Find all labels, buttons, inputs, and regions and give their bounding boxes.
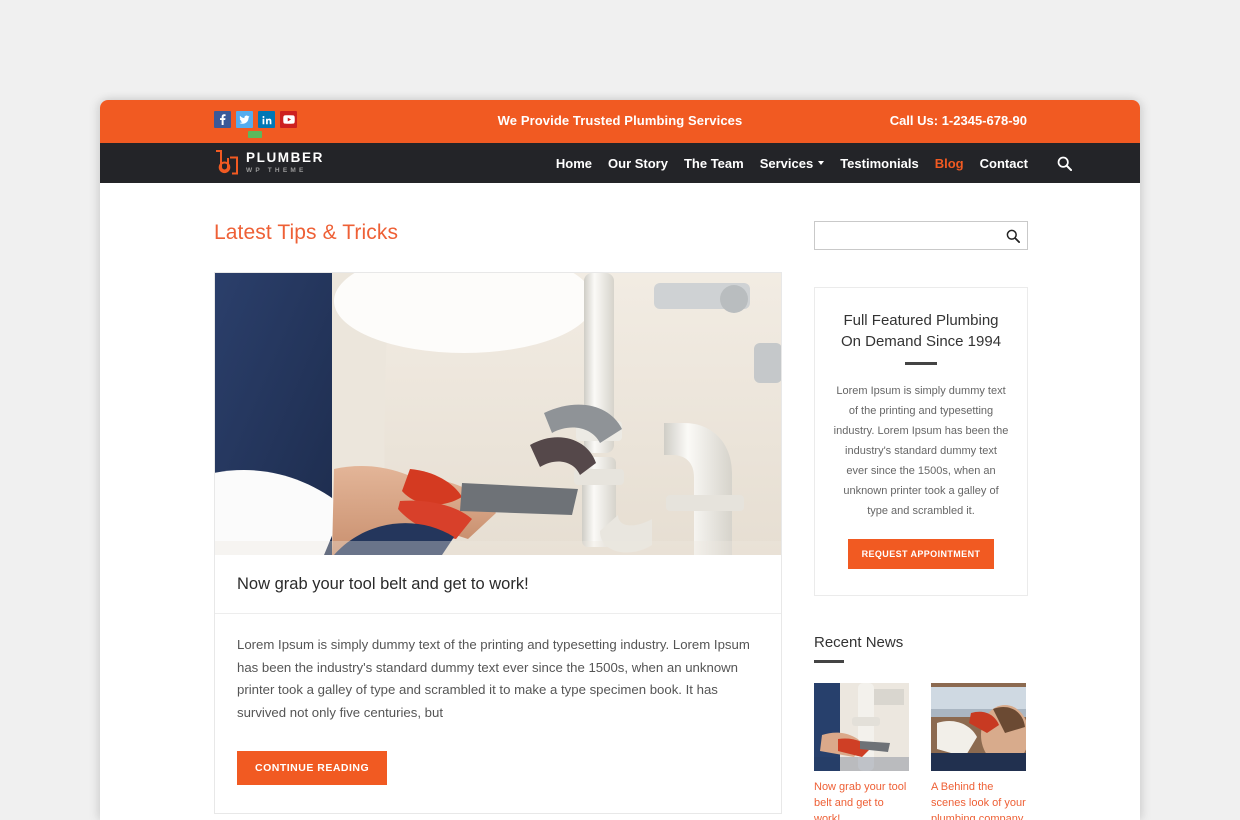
recent-news-thumbnail [814,683,909,772]
nav-item-label: The Team [683,155,744,171]
nav-item-contact[interactable]: Contact [972,156,1036,171]
post-featured-image[interactable] [215,273,781,555]
nav-item-services[interactable]: Services [752,156,833,171]
promo-widget-title: Full Featured Plumbing On Demand Since 1… [840,312,1002,350]
main-navbar: PLUMBER WP THEME Home Our Story The Team Se… [100,143,1140,183]
nav-item-label: Services [759,155,814,171]
recent-news-item[interactable]: A Behind the scenes look of your plumbin… [931,683,1026,820]
nav-item-the-team[interactable]: The Team [676,156,752,171]
search-icon [1006,229,1020,243]
nav-item-testimonials[interactable]: Testimonials [832,156,927,171]
nav-item-label: Testimonials [840,155,919,171]
browser-viewport: We Provide Trusted Plumbing Services Cal… [100,100,1140,820]
top-utility-bar: We Provide Trusted Plumbing Services Cal… [100,100,1140,143]
logo-wordmark: PLUMBER WP THEME [246,151,324,174]
page-content: Latest Tips & Tricks Now grab your tool … [100,183,1140,820]
post-excerpt: Lorem Ipsum is simply dummy text of the … [237,637,750,721]
search-submit-button[interactable] [999,222,1027,249]
continue-reading-button[interactable]: CONTINUE READING [237,750,388,785]
nav-item-our-story[interactable]: Our Story [600,156,676,171]
nav-item-label: Contact [979,155,1028,171]
recent-news-thumbnail [931,683,1026,772]
chevron-down-icon [818,161,825,165]
phone-number[interactable]: Call Us: 1-2345-678-90 [890,113,1027,128]
recent-news-title: A Behind the scenes look of your plumbin… [931,781,1026,820]
page-title: Latest Tips & Tricks [214,221,399,244]
logo-tagline: WP THEME [246,166,307,174]
logo-name: PLUMBER [246,150,324,165]
main-column: Latest Tips & Tricks Now grab your tool … [214,221,782,820]
search-input[interactable] [815,222,999,249]
nav-item-home[interactable]: Home [548,156,600,171]
sidebar: Full Featured Plumbing On Demand Since 1… [814,221,1028,820]
recent-news-list: Now grab your tool belt and get to work!… [814,683,1028,820]
site-logo[interactable]: PLUMBER WP THEME [214,149,324,176]
recent-news-item[interactable]: Now grab your tool belt and get to work! [814,683,909,820]
recent-news-title: Now grab your tool belt and get to work! [814,781,907,820]
request-appointment-button[interactable]: REQUEST APPOINTMENT [847,539,995,570]
sidebar-search [814,221,1028,250]
nav-item-label: Blog [934,155,964,171]
nav-item-blog[interactable]: Blog [927,156,972,171]
promo-widget: Full Featured Plumbing On Demand Since 1… [814,287,1028,597]
post-card: Now grab your tool belt and get to work!… [214,272,782,814]
promo-widget-text: Lorem Ipsum is simply dummy text of the … [833,385,1009,518]
recent-news-widget: Recent News Now grab your tool belt and … [814,634,1028,820]
recent-news-heading: Recent News [814,634,904,652]
divider [905,362,937,365]
post-title[interactable]: Now grab your tool belt and get to work! [215,555,781,614]
verified-badge [248,131,262,138]
divider [814,660,844,664]
primary-nav: Home Our Story The Team Services Testimonial… [548,143,1036,183]
search-icon[interactable] [1043,143,1078,183]
nav-item-label: Our Story [608,155,668,171]
plumber-pipe-logo-icon [216,150,238,175]
nav-item-label: Home [555,155,593,171]
